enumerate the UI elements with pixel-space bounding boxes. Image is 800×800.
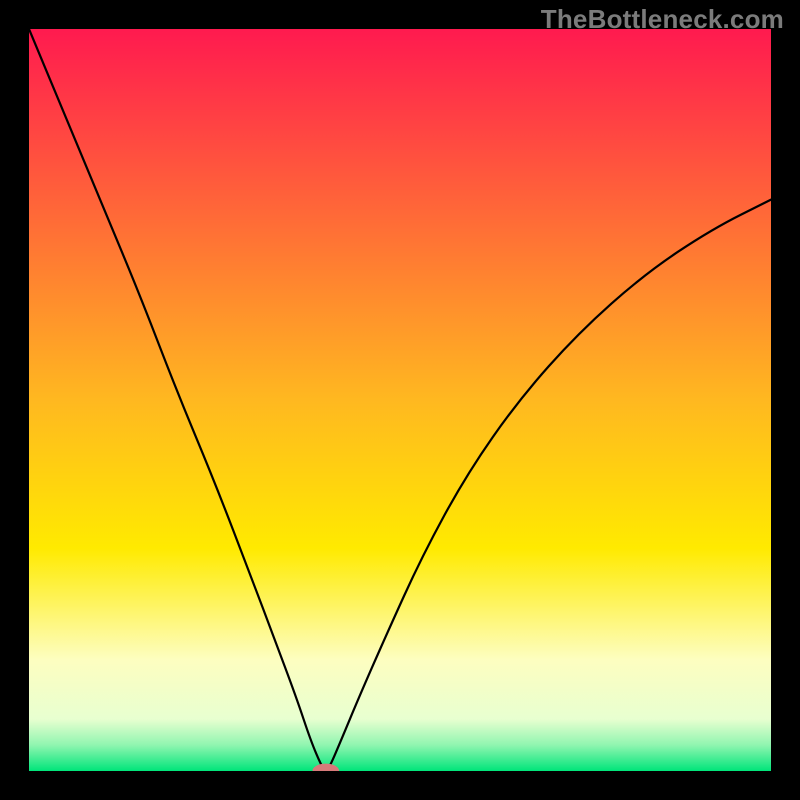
watermark-text: TheBottleneck.com — [541, 4, 784, 35]
gradient-background — [29, 29, 771, 771]
bottleneck-chart — [29, 29, 771, 771]
